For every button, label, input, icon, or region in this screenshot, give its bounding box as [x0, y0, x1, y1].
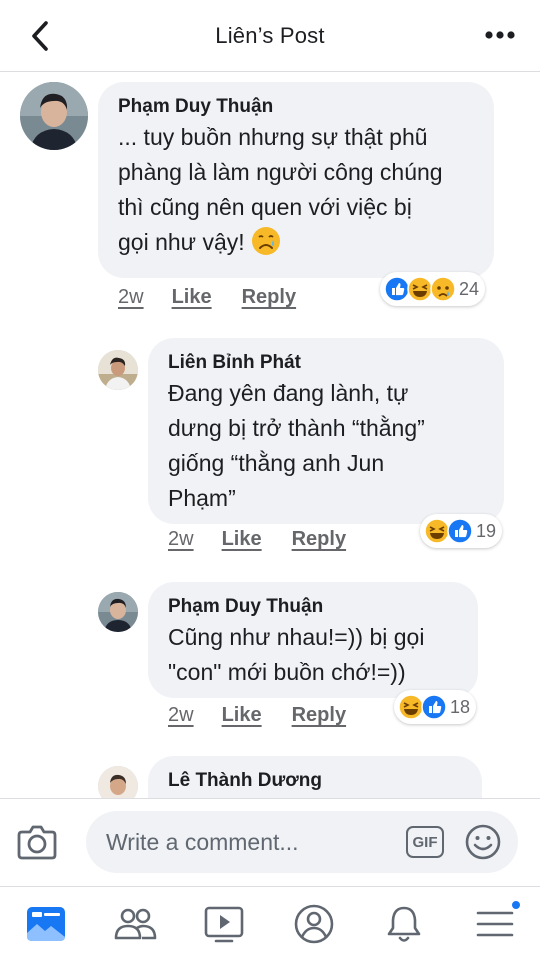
- comment-timestamp[interactable]: 2w: [168, 704, 194, 727]
- comment-text: Đang yên đang lành, tự dưng bị trở thành…: [168, 376, 484, 516]
- reaction-count: 24: [459, 278, 480, 299]
- avatar[interactable]: [98, 350, 138, 390]
- tab-profile[interactable]: [292, 903, 336, 945]
- comment-bubble[interactable]: Liên Bỉnh Phát Đang yên đang lành, tự dư…: [148, 338, 504, 524]
- like-button[interactable]: Like: [172, 286, 212, 309]
- tab-friends[interactable]: [113, 903, 157, 945]
- comment-text-line: phàng là làm người công chúng: [118, 159, 443, 185]
- comment-actions: 2w Like Reply: [168, 528, 346, 551]
- like-button[interactable]: Like: [222, 704, 262, 727]
- profile-icon: [294, 904, 334, 944]
- comment-input-wrapper: GIF: [86, 811, 518, 873]
- comment-bubble[interactable]: Phạm Duy Thuận ... tuy buồn nhưng sự thậ…: [98, 82, 494, 278]
- page-title: Liên’s Post: [215, 22, 325, 48]
- like-reaction-icon: [421, 694, 447, 720]
- comment-text-line: ... tuy buồn nhưng sự thật phũ: [118, 124, 428, 150]
- comment-author[interactable]: Liên Bỉnh Phát: [168, 350, 484, 376]
- back-button[interactable]: [24, 18, 56, 54]
- comment-actions: 2w Like Reply: [168, 704, 346, 727]
- reaction-summary[interactable]: 19: [420, 514, 503, 548]
- news-feed-icon: [27, 907, 65, 941]
- comment-author[interactable]: Lê Thành Dương: [168, 768, 462, 794]
- avatar[interactable]: [98, 766, 138, 798]
- more-options-button[interactable]: [482, 22, 518, 48]
- comment-text-line: Cũng như nhau!=)) bị gọi: [168, 624, 425, 650]
- comment-text: Cũng như nhau!=)) bị gọi "con" mới buồn …: [168, 620, 458, 690]
- comment-thread[interactable]: Phạm Duy Thuận ... tuy buồn nhưng sự thậ…: [0, 72, 540, 798]
- reaction-count: 18: [450, 696, 471, 717]
- comment-text-line: Đang yên đang lành, tự: [168, 380, 409, 406]
- reaction-summary[interactable]: 24: [380, 272, 486, 306]
- like-reaction-icon: [447, 518, 473, 544]
- notifications-icon: [387, 906, 421, 942]
- reply-button[interactable]: Reply: [292, 704, 346, 727]
- comment-actions: 2w Like Reply: [118, 286, 296, 309]
- tab-menu[interactable]: [474, 899, 522, 945]
- tab-notifications[interactable]: [382, 903, 426, 945]
- like-button[interactable]: Like: [222, 528, 262, 551]
- bottom-navigation: [0, 886, 540, 960]
- camera-button[interactable]: [16, 823, 58, 861]
- comment-text-line: "con" mới buồn chớ!=)): [168, 659, 406, 685]
- profile-photo: [98, 766, 138, 798]
- sad-reaction-icon: [430, 276, 456, 302]
- top-bar: Liên’s Post: [0, 0, 540, 72]
- profile-photo: [20, 82, 88, 150]
- gif-button[interactable]: GIF: [406, 826, 444, 858]
- comment-text-segment: gọi như vậy!: [118, 229, 245, 255]
- smiley-icon: [465, 824, 501, 860]
- disappointed-face-emoji: [252, 227, 281, 255]
- sticker-button[interactable]: [464, 823, 502, 861]
- comment-timestamp[interactable]: 2w: [168, 528, 194, 551]
- friends-icon: [114, 908, 157, 940]
- avatar[interactable]: [20, 82, 88, 150]
- reply-button[interactable]: Reply: [292, 528, 346, 551]
- chevron-left-icon: [32, 21, 48, 51]
- comment-bubble[interactable]: Phạm Duy Thuận Cũng như nhau!=)) bị gọi …: [148, 582, 478, 698]
- notification-badge-dot: [510, 899, 522, 911]
- comment-timestamp[interactable]: 2w: [118, 286, 144, 309]
- comment-text-line: dưng bị trở thành “thằng”: [168, 415, 425, 441]
- avatar[interactable]: [98, 592, 138, 632]
- reaction-summary[interactable]: 18: [394, 690, 477, 724]
- comment-text-line: thì cũng nên quen với việc bị: [118, 194, 412, 220]
- comment-text-line: gọi như vậy!: [118, 225, 474, 260]
- comment-input[interactable]: [106, 811, 396, 873]
- tab-watch[interactable]: [202, 903, 246, 945]
- watch-icon: [204, 906, 244, 943]
- comment-bubble[interactable]: Lê Thành Dương: [148, 756, 482, 798]
- comment-composer: GIF: [0, 798, 540, 886]
- comment-author[interactable]: Phạm Duy Thuận: [168, 594, 458, 620]
- comment-text: ... tuy buồn nhưng sự thật phũ phàng là …: [118, 120, 474, 260]
- comment-text-line: Phạm”: [168, 485, 236, 511]
- post-comments-screen: Liên’s Post Phạm Duy Thuận ... tuy buồn …: [0, 0, 540, 960]
- reply-button[interactable]: Reply: [242, 286, 296, 309]
- comment-text-line: giống “thằng anh Jun: [168, 450, 385, 476]
- comment-author[interactable]: Phạm Duy Thuận: [118, 94, 474, 120]
- profile-photo: [98, 592, 138, 632]
- tab-news-feed[interactable]: [24, 903, 68, 945]
- profile-photo: [98, 350, 138, 390]
- reaction-count: 19: [476, 520, 497, 541]
- more-horizontal-icon: [485, 31, 515, 39]
- camera-icon: [17, 825, 57, 860]
